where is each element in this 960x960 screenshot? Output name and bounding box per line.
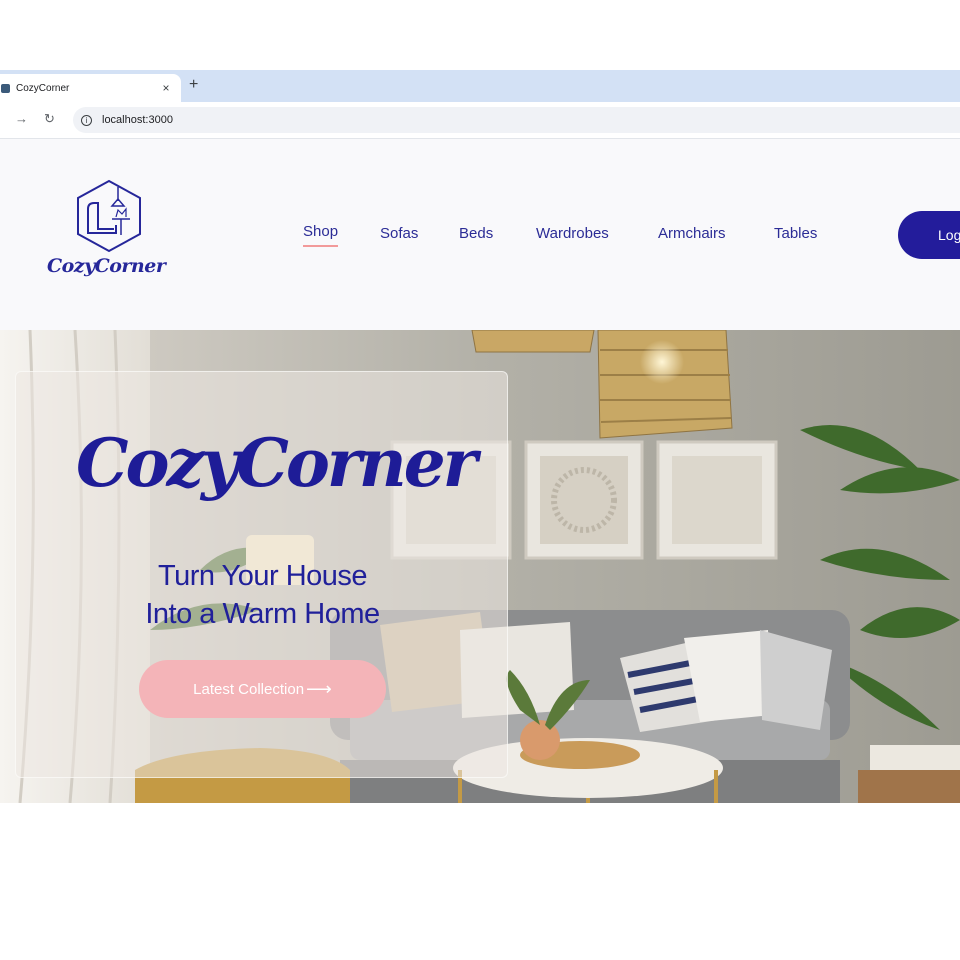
close-icon[interactable]: ×: [159, 81, 173, 95]
browser-toolbar: → ↻ i localhost:3000: [0, 102, 960, 139]
address-bar[interactable]: i localhost:3000: [73, 107, 960, 133]
login-button[interactable]: Log: [898, 211, 960, 259]
logo-text: CozyCorner: [47, 255, 166, 277]
nav-item-tables[interactable]: Tables: [774, 225, 817, 242]
hero-section: CozyCorner Turn Your House Into a Warm H…: [0, 330, 960, 803]
nav-item-wardrobes[interactable]: Wardrobes: [536, 225, 609, 242]
forward-icon[interactable]: →: [15, 111, 28, 126]
tab-strip: CozyCorner × +: [0, 70, 960, 102]
logo-mark-icon: [77, 179, 141, 253]
nav-item-beds[interactable]: Beds: [459, 225, 493, 242]
nav-item-label: Shop: [303, 223, 339, 240]
tab-title: CozyCorner: [16, 82, 70, 94]
browser-tab[interactable]: CozyCorner ×: [0, 74, 181, 102]
hero-title: CozyCorner: [76, 424, 477, 502]
url-text[interactable]: localhost:3000: [102, 114, 173, 126]
hero-tagline-line-1: Turn Your House: [157, 560, 368, 592]
site-header: CozyCorner Shop Sofas Beds Wardrobes Arm…: [0, 139, 960, 330]
arrow-right-icon: ⟶: [306, 678, 332, 699]
logo[interactable]: CozyCorner: [44, 179, 174, 289]
plus-icon[interactable]: +: [189, 76, 198, 94]
hero-tagline-line-2: Into a Warm Home: [145, 598, 380, 630]
latest-collection-button[interactable]: Latest Collection ⟶: [139, 660, 386, 718]
active-underline: [303, 245, 339, 247]
hero-card: CozyCorner Turn Your House Into a Warm H…: [15, 371, 508, 778]
browser-window: CozyCorner × + → ↻ i localhost:3000 Cozy…: [0, 70, 960, 803]
info-icon[interactable]: i: [81, 114, 92, 126]
cta-label: Latest Collection: [193, 680, 305, 698]
nav-item-armchairs[interactable]: Armchairs: [658, 225, 726, 242]
nav-item-sofas[interactable]: Sofas: [380, 225, 418, 242]
favicon-icon: [1, 83, 10, 93]
reload-icon[interactable]: ↻: [44, 111, 55, 127]
nav-item-shop[interactable]: Shop: [303, 223, 339, 247]
